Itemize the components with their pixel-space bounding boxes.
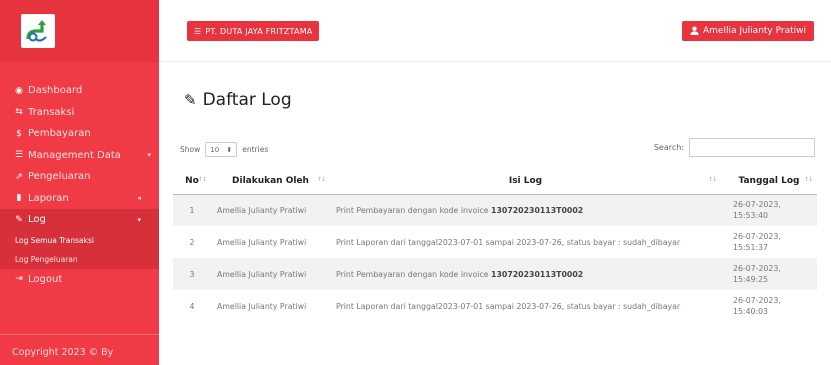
log-submenu: Log Semua Transaksi Log Pengeluaran [0, 230, 159, 269]
cell-dilakukan-oleh: Amellia Julianty Pratiwi [211, 194, 330, 226]
cell-isi-log: Print Pembayaran dengan kode invoice 130… [330, 194, 721, 226]
cell-no: 4 [189, 301, 195, 311]
page-title-text: Daftar Log [202, 90, 292, 110]
cell-dilakukan-oleh: Amellia Julianty Pratiwi [211, 258, 330, 290]
cell-isi-log: Print Laporan dari tanggal2023-07-01 sam… [336, 237, 681, 247]
column-header-dilakukan-oleh[interactable]: Dilakukan Oleh ↑↓ [211, 168, 330, 195]
page-title: ✎ Daftar Log [184, 90, 292, 110]
logout-icon: ⇥ [15, 274, 23, 285]
entries-value: 10 [210, 145, 220, 154]
chevron-down-icon: ▾ [147, 151, 151, 160]
sort-icon: ↑↓ [803, 176, 813, 183]
sidebar-item-label: Dashboard [28, 85, 83, 97]
app-logo[interactable] [21, 14, 55, 48]
cell-tanggal-log: 26-07-2023, 15:40:03 [733, 296, 781, 316]
sidebar-item-label: Laporan [28, 192, 69, 204]
main-content: ✎ Daftar Log Show 10 ⬍ entries Search: N… [159, 62, 831, 365]
user-icon [690, 26, 699, 37]
cell-tanggal-log: 26-07-2023, 15:53:40 [721, 194, 817, 226]
sidebar-item-pembayaran[interactable]: $ Pembayaran [0, 123, 159, 145]
entries-label: entries [242, 145, 269, 154]
log-table: No ↑↓ Dilakukan Oleh ↑↓ Isi Log ↑↓ Tanggal … [173, 168, 817, 322]
table-row: 4 Amellia Julianty Pratiwi Print Laporan… [173, 290, 817, 322]
cell-tanggal-log: 26-07-2023, 15:51:37 [733, 232, 781, 252]
edit-icon: ✎ [184, 91, 197, 109]
search-control: Search: [654, 138, 815, 157]
sidebar-item-label: Pengeluaran [28, 171, 91, 183]
sidebar-item-label: Transaksi [28, 106, 75, 118]
edit-icon: ✎ [15, 214, 23, 225]
report-icon: ▮ [16, 193, 22, 204]
table-row: 3 Amellia Julianty Pratiwi Print Pembaya… [173, 258, 817, 290]
sidebar-menu: ◉ Dashboard ⇆ Transaksi $ Pembayaran ☰ M… [0, 62, 159, 290]
company-button[interactable]: ☰ PT. DUTA JAYA FRITZTAMA [187, 21, 320, 41]
sidebar: ◉ Dashboard ⇆ Transaksi $ Pembayaran ☰ M… [0, 0, 159, 365]
sidebar-item-label: Management Data [28, 149, 121, 161]
logo-area [0, 0, 159, 62]
sidebar-item-log[interactable]: ✎ Log ▾ [0, 209, 159, 231]
sidebar-item-management-data[interactable]: ☰ Management Data ▾ [0, 145, 159, 167]
sidebar-subitem-log-semua-transaksi[interactable]: Log Semua Transaksi [0, 231, 159, 250]
cell-tanggal-log: 26-07-2023, 15:49:25 [721, 258, 817, 290]
external-icon: ⇗ [15, 171, 23, 182]
cell-isi-log: Print Laporan dari tanggal2023-07-01 sam… [336, 301, 681, 311]
search-label: Search: [653, 143, 684, 152]
search-input[interactable] [689, 138, 815, 157]
cell-no: 3 [173, 258, 211, 290]
user-name: Amellia Julianty Pratiwi [702, 26, 806, 36]
sidebar-subitem-log-pengeluaran[interactable]: Log Pengeluaran [0, 250, 159, 269]
cell-no: 1 [173, 194, 211, 226]
sidebar-item-dashboard[interactable]: ◉ Dashboard [0, 80, 159, 102]
sidebar-item-label: Logout [28, 273, 63, 285]
topbar: ☰ PT. DUTA JAYA FRITZTAMA Amellia Julian… [159, 0, 831, 62]
cell-no: 2 [189, 237, 195, 247]
sidebar-item-logout[interactable]: ⇥ Logout [0, 269, 159, 291]
entries-control: Show 10 ⬍ entries [180, 142, 268, 157]
company-name: PT. DUTA JAYA FRITZTAMA [205, 26, 313, 36]
select-arrows-icon: ⬍ [226, 145, 233, 154]
sidebar-item-pengeluaran[interactable]: ⇗ Pengeluaran [0, 166, 159, 188]
column-header-isi-log[interactable]: Isi Log ↑↓ [330, 168, 721, 195]
table-row: 1 Amellia Julianty Pratiwi Print Pembaya… [173, 194, 817, 226]
list-icon: ☰ [14, 150, 24, 161]
sort-icon: ↑↓ [197, 176, 207, 183]
sidebar-divider [0, 334, 159, 335]
sidebar-item-laporan[interactable]: ▮ Laporan ◂ [0, 188, 159, 210]
column-header-no[interactable]: No ↑↓ [173, 168, 211, 195]
column-header-tanggal-log[interactable]: Tanggal Log ↑↓ [721, 168, 817, 195]
dollar-icon: $ [16, 128, 22, 139]
sidebar-item-label: Pembayaran [28, 128, 91, 140]
entries-select[interactable]: 10 ⬍ [205, 142, 238, 157]
sidebar-item-label: Log [28, 214, 46, 226]
copyright-text: Copyright 2023 © By [12, 347, 114, 358]
transaction-icon: ⇆ [15, 107, 23, 118]
sort-icon: ↑↓ [707, 176, 717, 183]
cell-dilakukan-oleh: Amellia Julianty Pratiwi [217, 301, 307, 311]
cell-isi-log: Print Pembayaran dengan kode invoice 130… [330, 258, 721, 290]
dashboard-icon: ◉ [15, 85, 23, 96]
user-button[interactable]: Amellia Julianty Pratiwi [681, 21, 814, 41]
chevron-left-icon: ◂ [137, 194, 141, 203]
list-icon: ☰ [194, 26, 202, 36]
show-label: Show [180, 145, 201, 154]
chevron-down-icon: ▾ [137, 215, 141, 224]
table-header-row: No ↑↓ Dilakukan Oleh ↑↓ Isi Log ↑↓ Tanggal … [173, 168, 817, 195]
sidebar-item-transaksi[interactable]: ⇆ Transaksi [0, 102, 159, 124]
table-row: 2 Amellia Julianty Pratiwi Print Laporan… [173, 226, 817, 258]
sort-icon: ↑↓ [316, 176, 326, 183]
cell-dilakukan-oleh: Amellia Julianty Pratiwi [217, 237, 307, 247]
